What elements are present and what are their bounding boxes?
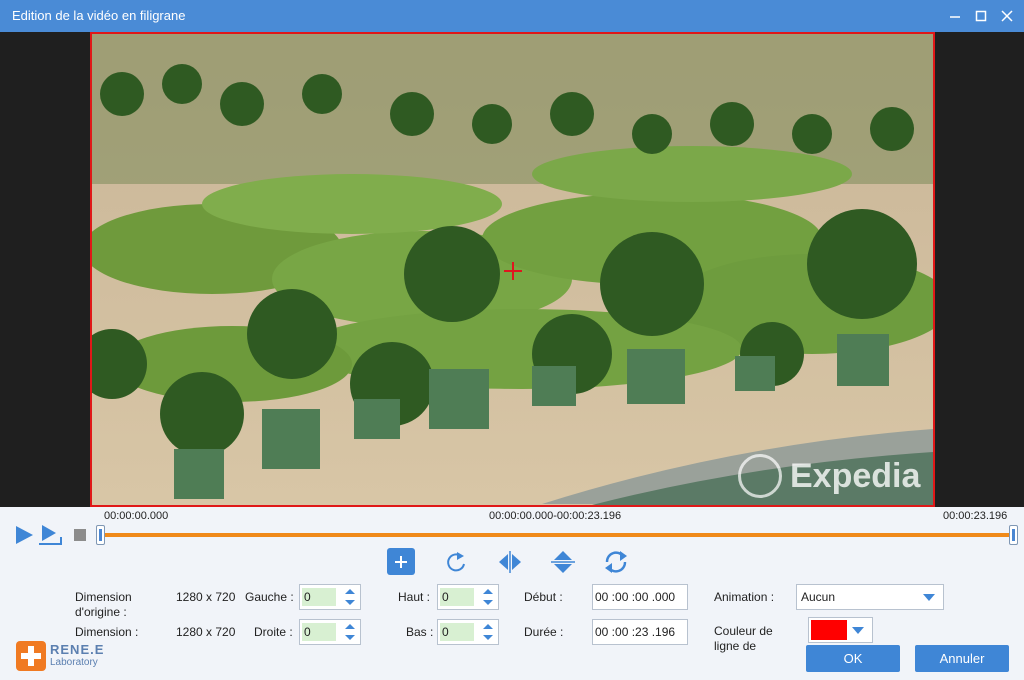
step-play-button[interactable] [38, 524, 64, 546]
watermark-text: Expedia [790, 456, 921, 495]
gauche-input[interactable]: 0 [299, 584, 361, 610]
add-icon [395, 555, 407, 568]
position-crosshair-icon[interactable] [504, 262, 522, 280]
refresh-button[interactable] [602, 548, 630, 575]
dimension-value: 1280 x 720 [176, 625, 236, 639]
watermark-logo-icon [738, 454, 782, 498]
flip-horizontal-button[interactable] [496, 548, 524, 575]
cancel-button[interactable]: Annuler [915, 645, 1009, 672]
debut-value: 00 :00 :00 .000 [595, 590, 676, 604]
logo-text: RENE.E Laboratory [50, 643, 104, 669]
rene-logo-icon [16, 641, 46, 671]
bas-input[interactable]: 0 [437, 619, 499, 645]
duree-input[interactable]: 00 :00 :23 .196 [592, 619, 688, 645]
haut-value: 0 [440, 588, 474, 606]
maximize-button[interactable] [968, 4, 994, 28]
add-button[interactable] [387, 548, 415, 575]
play-icon [16, 526, 33, 544]
spin-arrows-icon[interactable] [482, 587, 494, 607]
flip-horizontal-icon [499, 550, 521, 573]
step-play-icon [39, 525, 62, 545]
close-button[interactable] [994, 4, 1020, 28]
debut-input[interactable]: 00 :00 :00 .000 [592, 584, 688, 610]
window-title: Edition de la vidéo en filigrane [12, 8, 186, 23]
maximize-icon [975, 10, 987, 22]
flip-vertical-button[interactable] [549, 548, 577, 575]
flip-vertical-icon [551, 550, 575, 573]
droite-label: Droite : [254, 625, 293, 639]
close-icon [1001, 10, 1013, 22]
spin-arrows-icon[interactable] [344, 622, 356, 642]
logo-sub: Laboratory [50, 657, 98, 668]
brand-logo: RENE.E Laboratory [16, 641, 104, 671]
gauche-label: Gauche : [245, 590, 294, 604]
minimize-icon [950, 16, 960, 18]
rotate-button[interactable] [442, 548, 470, 575]
haut-label: Haut : [398, 590, 431, 604]
spin-arrows-icon[interactable] [482, 622, 494, 642]
droite-value: 0 [302, 623, 336, 641]
duree-label: Durée : [524, 625, 564, 639]
line-color-picker[interactable] [808, 617, 873, 643]
animation-label: Animation : [714, 590, 775, 604]
timeline-range: 00:00:00.000-00:00:23.196 [489, 510, 622, 522]
duree-value: 00 :00 :23 .196 [595, 625, 676, 639]
refresh-icon [605, 550, 627, 573]
chevron-down-icon [923, 594, 935, 601]
line-color-swatch [811, 620, 847, 640]
droite-input[interactable]: 0 [299, 619, 361, 645]
original-dimension-label: Dimension d'origine : [75, 590, 132, 619]
original-dimension-value: 1280 x 720 [176, 590, 236, 604]
bas-value: 0 [440, 623, 474, 641]
animation-select[interactable]: Aucun [796, 584, 944, 610]
title-bar: Edition de la vidéo en filigrane [0, 0, 1024, 32]
bas-label: Bas : [406, 625, 434, 639]
timeline-end-time: 00:00:23.196 [943, 510, 1008, 522]
play-button[interactable] [13, 524, 35, 546]
video-preview[interactable]: Expedia [90, 32, 935, 507]
rotate-icon [447, 551, 465, 571]
logo-brand: RENE.E [50, 642, 105, 657]
ok-button[interactable]: OK [806, 645, 900, 672]
stop-button[interactable] [74, 529, 86, 541]
timeline-track[interactable] [101, 533, 1013, 537]
line-color-label: Couleur de ligne de [714, 624, 773, 653]
haut-input[interactable]: 0 [437, 584, 499, 610]
minimize-button[interactable] [942, 4, 968, 28]
chevron-down-icon [852, 627, 864, 634]
timeline-start-time: 00:00:00.000 [104, 510, 169, 522]
timeline-start-handle[interactable] [96, 525, 105, 545]
watermark[interactable]: Expedia [738, 454, 920, 498]
gauche-value: 0 [302, 588, 336, 606]
timeline-end-handle[interactable] [1009, 525, 1018, 545]
dimension-label: Dimension : [75, 625, 139, 639]
animation-value: Aucun [801, 590, 836, 604]
debut-label: Début : [524, 590, 563, 604]
spin-arrows-icon[interactable] [344, 587, 356, 607]
